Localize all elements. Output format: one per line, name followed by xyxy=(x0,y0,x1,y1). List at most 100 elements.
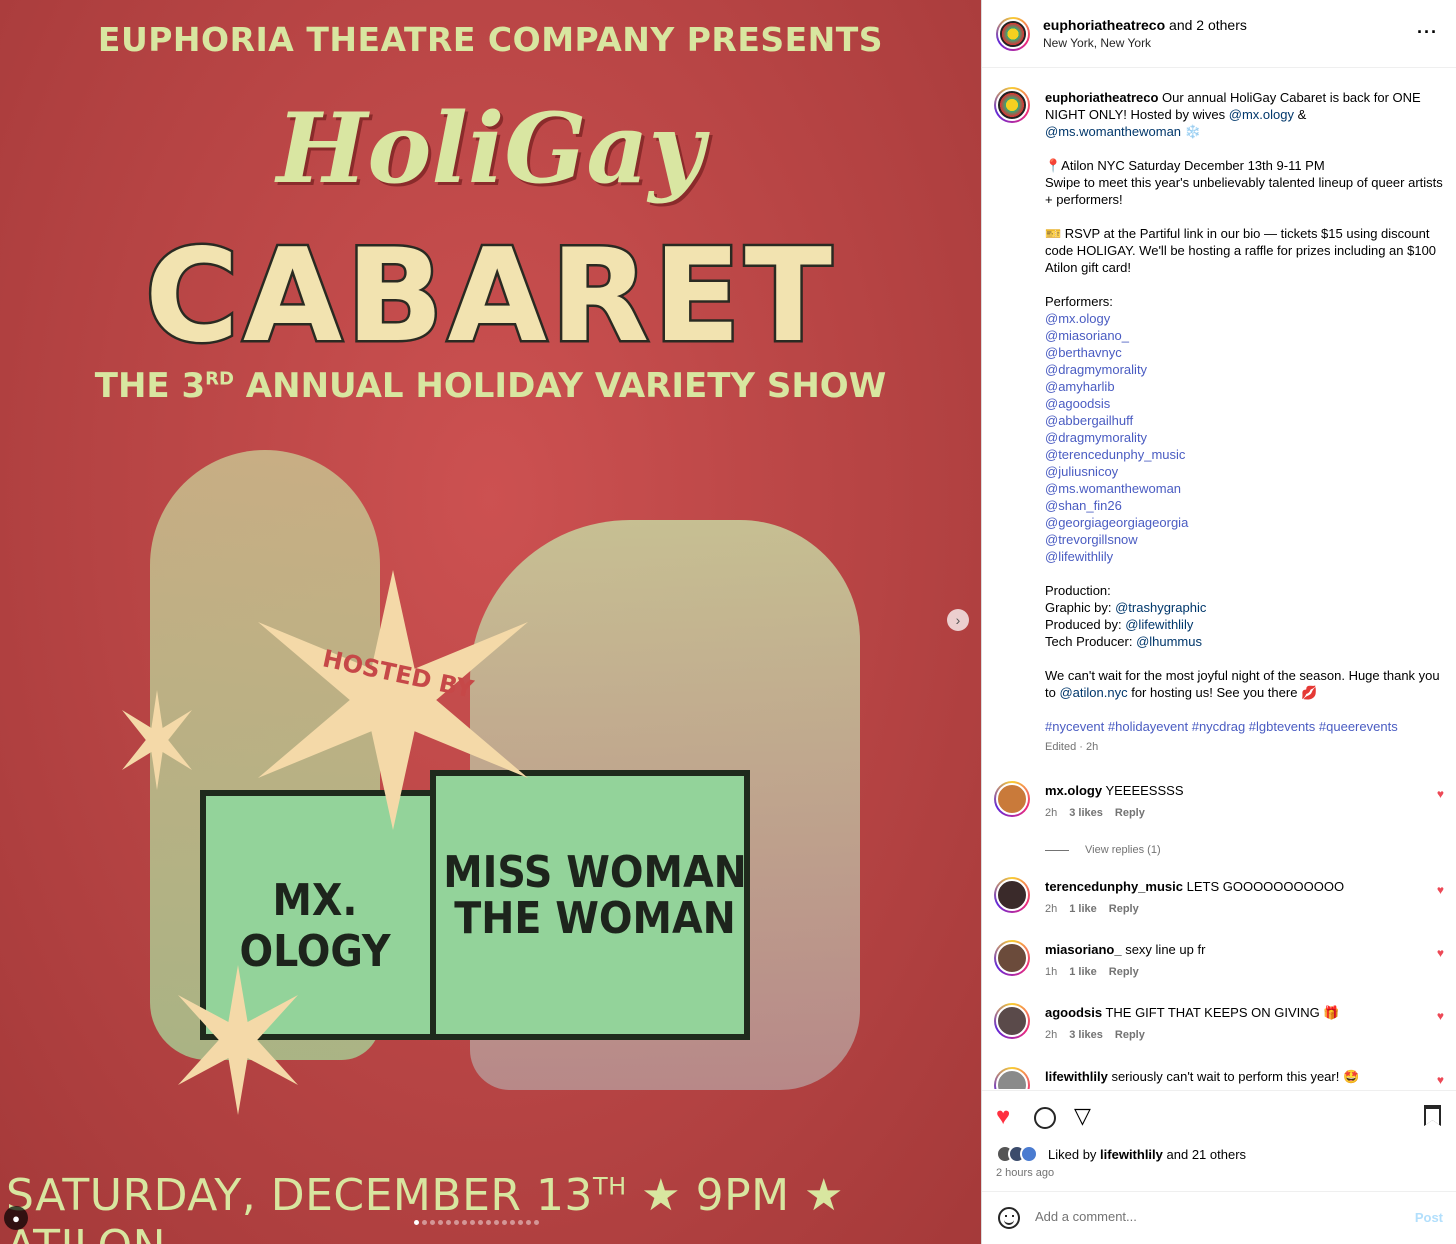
comment-username[interactable]: terencedunphy_music xyxy=(1045,879,1183,894)
performer-mention[interactable]: @georgiageorgiageorgia xyxy=(1045,514,1445,531)
snowflake-icon: ❄️ xyxy=(1184,124,1201,139)
comment-time: 1h xyxy=(1045,966,1058,978)
poster-title-block: CABARET xyxy=(143,220,836,374)
more-options-icon[interactable]: ··· xyxy=(1417,22,1438,43)
performer-mention[interactable]: @ms.womanthewoman xyxy=(1045,480,1445,497)
avatar[interactable] xyxy=(994,1067,1030,1089)
share-icon[interactable]: ▽ xyxy=(1074,1103,1091,1129)
avatar[interactable] xyxy=(994,781,1030,817)
post-media-carousel[interactable]: EUPHORIA THEATRE COMPANY PRESENTS HoliGa… xyxy=(0,0,981,1244)
performer-mention[interactable]: @miasoriano_ xyxy=(1045,327,1445,344)
comment-text: LETS GOOOOOOOOOOO xyxy=(1183,879,1345,894)
mention-link[interactable]: @trashygraphic xyxy=(1115,600,1206,615)
mention-link[interactable]: @mx.ology xyxy=(1229,107,1294,122)
author-username[interactable]: euphoriatheatreco xyxy=(1043,17,1165,33)
carousel-next-button[interactable]: › xyxy=(947,609,969,631)
comment-text: THE GIFT THAT KEEPS ON GIVING 🎁 xyxy=(1102,1005,1340,1020)
carousel-dot[interactable] xyxy=(478,1220,483,1225)
performer-mention[interactable]: @juliusnicoy xyxy=(1045,463,1445,480)
carousel-dot[interactable] xyxy=(422,1220,427,1225)
carousel-dot[interactable] xyxy=(462,1220,467,1225)
hashtags[interactable]: #nycevent #holidayevent #nycdrag #lgbtev… xyxy=(1045,718,1445,735)
comment-username[interactable]: agoodsis xyxy=(1045,1005,1102,1020)
heart-icon[interactable]: ♥ xyxy=(1437,883,1444,897)
performer-mention[interactable]: @abbergailhuff xyxy=(1045,412,1445,429)
heart-icon[interactable]: ♥ xyxy=(1437,946,1444,960)
comment-text: seriously can't wait to perform this yea… xyxy=(1107,1069,1360,1084)
performer-mention[interactable]: @mx.ology xyxy=(1045,310,1445,327)
comment-time: 2h xyxy=(1045,1029,1058,1041)
carousel-dot[interactable] xyxy=(470,1220,475,1225)
mention-link[interactable]: @ms.womanthewoman xyxy=(1045,124,1181,139)
performer-mention[interactable]: @terencedunphy_music xyxy=(1045,446,1445,463)
comment-likes[interactable]: 3 likes xyxy=(1069,807,1103,819)
comment-input[interactable] xyxy=(1035,1209,1365,1224)
heart-icon[interactable]: ♥ xyxy=(1437,787,1444,801)
heart-icon[interactable]: ♥ xyxy=(996,1103,1010,1131)
avatar[interactable] xyxy=(994,87,1030,123)
avatar[interactable] xyxy=(994,877,1030,913)
carousel-dot[interactable] xyxy=(430,1220,435,1225)
post-caption: euphoriatheatreco Our annual HoliGay Cab… xyxy=(1045,89,1445,756)
carousel-dot[interactable] xyxy=(502,1220,507,1225)
carousel-dot[interactable] xyxy=(494,1220,499,1225)
tagged-users-icon[interactable]: ● xyxy=(4,1206,28,1230)
carousel-dot[interactable] xyxy=(438,1220,443,1225)
comments-scroll-area[interactable]: euphoriatheatreco Our annual HoliGay Cab… xyxy=(982,69,1456,1089)
post-location[interactable]: New York, New York xyxy=(1043,36,1151,50)
carousel-dot[interactable] xyxy=(446,1220,451,1225)
post-author[interactable]: euphoriatheatreco and 2 others xyxy=(1043,17,1247,33)
mention-link[interactable]: @atilon.nyc xyxy=(1059,685,1127,700)
comment-likes[interactable]: 1 like xyxy=(1069,903,1097,915)
performer-mention[interactable]: @amyharlib xyxy=(1045,378,1445,395)
comment-body: mx.ology YEEEESSSS xyxy=(1045,783,1405,798)
performer-mention[interactable]: @shan_fin26 xyxy=(1045,497,1445,514)
performer-mention[interactable]: @trevorgillsnow xyxy=(1045,531,1445,548)
carousel-dot[interactable] xyxy=(534,1220,539,1225)
reply-button[interactable]: Reply xyxy=(1109,966,1139,978)
comment-username[interactable]: lifewithlily xyxy=(1045,1069,1108,1084)
reply-button[interactable]: Reply xyxy=(1115,807,1145,819)
heart-icon[interactable]: ♥ xyxy=(1437,1073,1444,1087)
carousel-dot[interactable] xyxy=(414,1220,419,1225)
carousel-dot[interactable] xyxy=(454,1220,459,1225)
comment-username[interactable]: miasoriano_ xyxy=(1045,942,1122,957)
performer-mention[interactable]: @lifewithlily xyxy=(1045,548,1445,565)
liker-avatars[interactable] xyxy=(996,1145,1038,1163)
carousel-dot[interactable] xyxy=(518,1220,523,1225)
carousel-dot[interactable] xyxy=(486,1220,491,1225)
heart-icon[interactable]: ♥ xyxy=(1437,1009,1444,1023)
comment-likes[interactable]: 3 likes xyxy=(1069,1029,1103,1041)
reply-button[interactable]: Reply xyxy=(1109,903,1139,915)
performer-mention[interactable]: @agoodsis xyxy=(1045,395,1445,412)
chevron-right-icon: › xyxy=(955,612,961,628)
avatar[interactable] xyxy=(994,1003,1030,1039)
carousel-dot[interactable] xyxy=(526,1220,531,1225)
performer-mention[interactable]: @berthavnyc xyxy=(1045,344,1445,361)
caption-username[interactable]: euphoriatheatreco xyxy=(1045,90,1158,105)
poster-subtitle: THE 3RD ANNUAL HOLIDAY VARIETY SHOW xyxy=(94,366,887,406)
likes-summary[interactable]: Liked by lifewithlily and 21 others xyxy=(1048,1147,1246,1162)
performer-mention[interactable]: @dragmymorality xyxy=(1045,429,1445,446)
comment-likes[interactable]: 1 like xyxy=(1069,966,1097,978)
post-comment-button[interactable]: Post xyxy=(1415,1210,1443,1225)
comment-icon[interactable] xyxy=(1034,1107,1056,1129)
performer-mention[interactable]: @dragmymorality xyxy=(1045,361,1445,378)
others-link[interactable]: and 21 others xyxy=(1167,1147,1247,1162)
mention-link[interactable]: @lhummus xyxy=(1136,634,1202,649)
post-sidebar: euphoriatheatreco and 2 others New York,… xyxy=(981,0,1456,1244)
view-replies-button[interactable]: View replies (1) xyxy=(1045,844,1161,856)
avatar[interactable] xyxy=(996,17,1030,51)
mention-link[interactable]: @lifewithlily xyxy=(1125,617,1193,632)
coauthors-link[interactable]: and 2 others xyxy=(1169,17,1247,33)
carousel-dot[interactable] xyxy=(510,1220,515,1225)
poster-footer-date: SATURDAY, DECEMBER 13TH ★ 9PM ★ ATILON xyxy=(6,1170,844,1244)
liker-username[interactable]: lifewithlily xyxy=(1100,1147,1163,1162)
performers-label: Performers: xyxy=(1045,294,1113,309)
emoji-icon[interactable] xyxy=(998,1207,1020,1229)
comment-username[interactable]: mx.ology xyxy=(1045,783,1102,798)
reply-button[interactable]: Reply xyxy=(1115,1029,1145,1041)
post-timestamp[interactable]: 2 hours ago xyxy=(996,1167,1054,1179)
avatar[interactable] xyxy=(994,940,1030,976)
bookmark-icon[interactable] xyxy=(1424,1105,1441,1126)
